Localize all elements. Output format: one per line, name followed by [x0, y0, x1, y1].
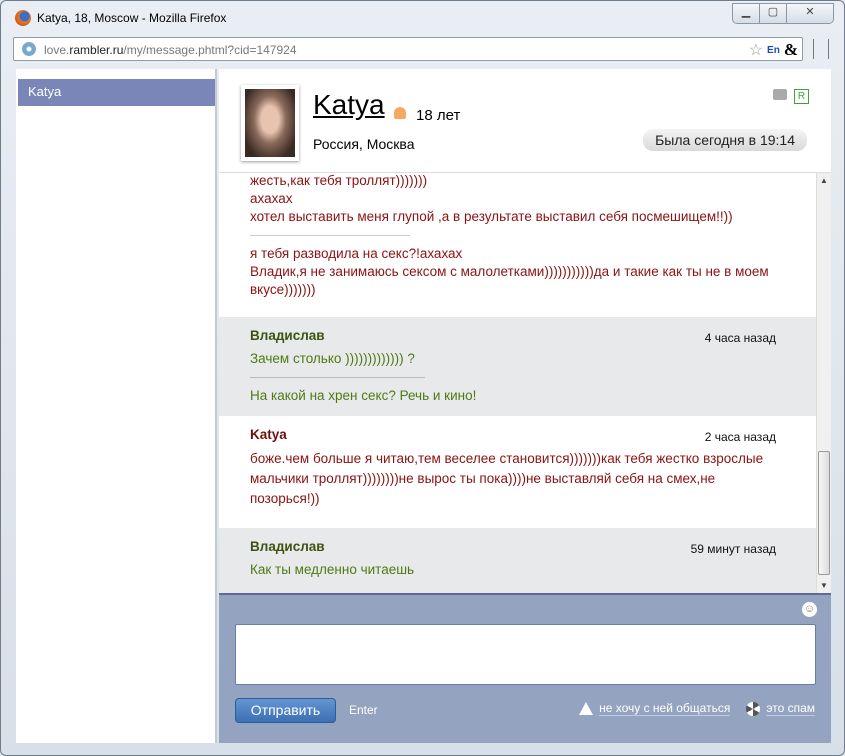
- scroll-down-icon[interactable]: ▼: [820, 581, 828, 590]
- divider: [250, 377, 425, 378]
- ampersand-icon[interactable]: &: [784, 40, 798, 60]
- minimize-button[interactable]: ▁: [733, 4, 760, 23]
- r-badge-icon[interactable]: R: [794, 89, 809, 104]
- message-time: 4 часа назад: [704, 331, 776, 345]
- smiley-icon[interactable]: ☺: [802, 602, 817, 617]
- send-button[interactable]: Отправить: [235, 698, 336, 723]
- bookmark-star-icon[interactable]: ☆: [749, 40, 763, 60]
- message-list: жесть,как тебя троллят))))))) ахахах хотел…: [219, 173, 831, 593]
- message-item: Katya 2 часа назад боже.чем больше я чит…: [219, 416, 816, 528]
- firefox-icon: [15, 10, 31, 26]
- chat-panel: Katya 18 лет Россия, Москва R Была сегод…: [219, 69, 831, 743]
- address-bar[interactable]: love.rambler.ru/my/message.phtml?cid=147…: [13, 37, 803, 61]
- title-bar: Katya, 18, Moscow - Mozilla Firefox ▁ ▢ …: [1, 1, 844, 33]
- message-text: На какой на хрен секс? Речь и кино!: [250, 388, 477, 403]
- profile-age: 18 лет: [416, 107, 461, 124]
- maximize-button[interactable]: ▢: [760, 4, 787, 23]
- last-seen-badge: Была сегодня в 19:14: [643, 129, 807, 151]
- composer: ☺ Отправить Enter не хочу с ней общаться…: [219, 593, 831, 743]
- message-item: жесть,как тебя троллят))))))) ахахах хотел…: [219, 173, 816, 317]
- window-title: Katya, 18, Moscow - Mozilla Firefox: [37, 11, 227, 25]
- site-identity-icon[interactable]: [22, 42, 36, 56]
- message-scrollbar[interactable]: ▲ ▼: [816, 173, 831, 593]
- message-text: Как ты медленно читаешь: [250, 562, 415, 577]
- message-item: Владислав 59 минут назад Как ты медленно…: [219, 528, 816, 593]
- conversation-item-katya[interactable]: Katya: [18, 79, 215, 106]
- profile-name-link[interactable]: Katya: [313, 89, 385, 121]
- female-icon: [394, 107, 406, 119]
- message-text: я тебя разводила на секс?!ахахах Владик,я…: [250, 246, 769, 297]
- resize-grip: [813, 39, 829, 59]
- scrollbar-thumb[interactable]: [818, 451, 830, 575]
- message-time: 59 минут назад: [690, 542, 776, 556]
- divider: [250, 235, 410, 236]
- report-spam-link[interactable]: это спам: [766, 701, 815, 716]
- enter-hint: Enter: [349, 703, 378, 717]
- message-author: Владислав: [250, 328, 325, 343]
- conversation-list: Katya: [16, 69, 217, 743]
- message-text: боже.чем больше я читаю,тем веселее стан…: [250, 451, 764, 506]
- video-camera-icon[interactable]: [773, 89, 787, 100]
- message-item: Владислав 4 часа назад Зачем столько )))…: [219, 317, 816, 416]
- warning-icon: [579, 702, 594, 715]
- browser-window: Katya, 18, Moscow - Mozilla Firefox ▁ ▢ …: [0, 0, 845, 756]
- profile-location: Россия, Москва: [313, 136, 415, 152]
- message-input[interactable]: [235, 624, 816, 685]
- message-time: 2 часа назад: [704, 430, 776, 444]
- language-indicator[interactable]: En: [767, 45, 780, 56]
- profile-header: Katya 18 лет Россия, Москва R Была сегод…: [219, 69, 831, 173]
- scroll-up-icon[interactable]: ▲: [820, 176, 828, 185]
- block-user-link[interactable]: не хочу с ней общаться: [599, 701, 731, 716]
- url-text[interactable]: love.rambler.ru/my/message.phtml?cid=147…: [44, 43, 297, 57]
- message-text: Зачем столько ))))))))))))) ?: [250, 351, 415, 366]
- close-button[interactable]: ✕: [787, 4, 833, 23]
- radiation-icon: [746, 701, 761, 716]
- message-text: жесть,как тебя троллят))))))) ахахах хотел…: [250, 173, 733, 224]
- message-author: Katya: [250, 427, 287, 442]
- avatar[interactable]: [241, 85, 299, 161]
